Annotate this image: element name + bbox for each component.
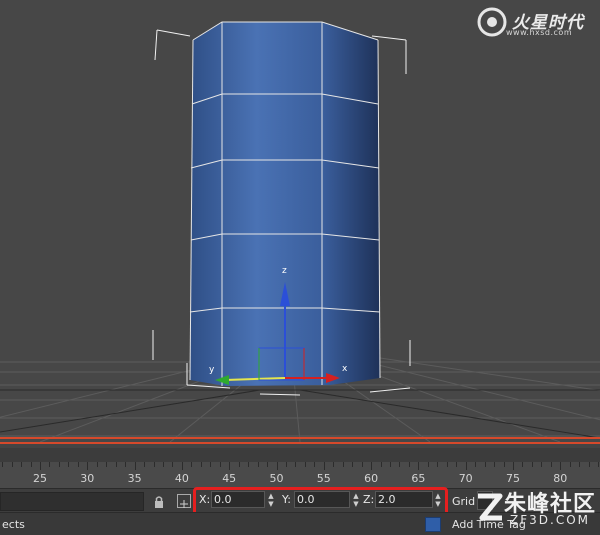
ruler-tick: [210, 462, 212, 467]
ruler-tick: [125, 462, 127, 467]
ruler-tick-label: 25: [33, 472, 47, 485]
ruler-tick: [96, 462, 98, 467]
ruler-tick: [200, 462, 202, 467]
ruler-tick: [484, 462, 486, 467]
gizmo-z-label: z: [282, 266, 287, 276]
gizmo-y-label: y: [209, 365, 215, 375]
ruler-tick: [475, 462, 477, 467]
ruler-tick: [513, 462, 514, 470]
lock-icon[interactable]: [152, 494, 166, 508]
ruler-tick: [342, 462, 344, 467]
ruler-tick: [267, 462, 269, 467]
ruler-tick: [21, 462, 23, 467]
ruler-tick: [494, 462, 496, 467]
ruler-tick: [248, 462, 250, 467]
ruler-tick: [531, 462, 533, 467]
ruler-tick: [153, 462, 155, 467]
zf3d-watermark: 朱峰社区 ZF3D.COM: [470, 486, 598, 532]
ruler-tick: [238, 462, 240, 467]
ruler-tick: [446, 462, 448, 467]
ruler-tick: [40, 462, 41, 470]
ruler-tick-label: 60: [364, 472, 379, 485]
ruler-tick: [522, 462, 524, 467]
selection-info-field: [0, 492, 144, 511]
ruler-tick: [314, 462, 316, 467]
ruler-tick-label: 70: [458, 472, 473, 485]
ruler-tick: [219, 462, 221, 467]
ruler-tick: [588, 462, 590, 467]
ruler-tick: [361, 462, 363, 467]
ruler-tick: [352, 462, 354, 467]
timeline-track[interactable]: [0, 448, 600, 463]
ruler-tick-label: 50: [269, 472, 284, 485]
ruler-tick: [560, 462, 562, 470]
ruler-tick: [162, 462, 164, 467]
ruler-tick: [276, 462, 278, 470]
ruler-tick: [191, 462, 193, 467]
ruler-tick: [418, 462, 420, 470]
ruler-tick: [295, 462, 297, 467]
ruler-tick: [11, 462, 13, 467]
ruler-tick: [427, 462, 429, 467]
ruler-tick: [304, 462, 306, 467]
ruler-tick: [49, 462, 51, 467]
ruler-tick: [30, 462, 32, 467]
watermark-url: www.hxsd.com: [506, 28, 573, 37]
ruler-tick: [134, 462, 136, 470]
ruler-tick-label: 65: [411, 472, 426, 485]
ruler-tick: [77, 462, 79, 467]
ruler-tick: [598, 462, 600, 467]
ruler-tick-label: 40: [174, 472, 189, 485]
ruler-tick: [503, 462, 505, 467]
ruler-tick-label: 55: [316, 472, 331, 485]
ruler-tick: [257, 462, 259, 467]
zf3d-url: ZF3D.COM: [510, 513, 590, 527]
ruler-tick-label: 80: [553, 472, 568, 485]
ruler-tick: [569, 462, 571, 467]
ruler-tick: [2, 462, 4, 467]
time-slider[interactable]: 25 30 35 40 45 50 55 60 65 70 75 80: [0, 442, 600, 490]
ruler-tick-label: 30: [80, 472, 95, 485]
zf3d-logo-icon: [478, 493, 503, 521]
ruler-tick: [144, 462, 146, 467]
gizmo-x-label: x: [342, 364, 348, 374]
ruler-tick: [58, 462, 60, 467]
ruler-tick: [285, 462, 287, 467]
ruler-tick-label: 45: [222, 472, 237, 485]
ruler-tick: [541, 462, 543, 467]
ruler-tick: [399, 462, 401, 467]
ruler-tick: [115, 462, 117, 467]
status-prompt: ects: [2, 518, 25, 531]
viewport-scene: [0, 21, 600, 442]
ruler-tick: [437, 462, 439, 467]
ruler-tick: [371, 462, 373, 470]
ruler-tick: [181, 462, 183, 470]
hxsd-watermark: 火星时代 www.hxsd.com: [476, 6, 594, 38]
ruler-tick: [106, 462, 108, 467]
ruler-tick: [333, 462, 335, 467]
time-tag-icon[interactable]: [425, 517, 441, 532]
ruler-tick: [87, 462, 89, 470]
ruler-tick-label: 35: [127, 472, 142, 485]
ruler-tick: [408, 462, 410, 467]
ruler-tick: [550, 462, 552, 467]
ruler-tick: [465, 462, 467, 470]
hxsd-logo-icon: [477, 7, 507, 37]
perspective-viewport[interactable]: z x y 火星时代 www.hxsd.com: [0, 0, 600, 442]
ruler-tick: [456, 462, 458, 467]
ruler-tick: [323, 462, 325, 470]
ruler-tick: [229, 462, 231, 470]
ruler-tick: [172, 462, 174, 467]
ruler-tick-label: 75: [506, 472, 520, 485]
ruler-tick: [579, 462, 581, 467]
ruler-tick: [390, 462, 392, 467]
ruler-tick: [380, 462, 382, 467]
ruler-tick: [68, 462, 70, 467]
absolute-mode-icon[interactable]: [177, 494, 191, 508]
